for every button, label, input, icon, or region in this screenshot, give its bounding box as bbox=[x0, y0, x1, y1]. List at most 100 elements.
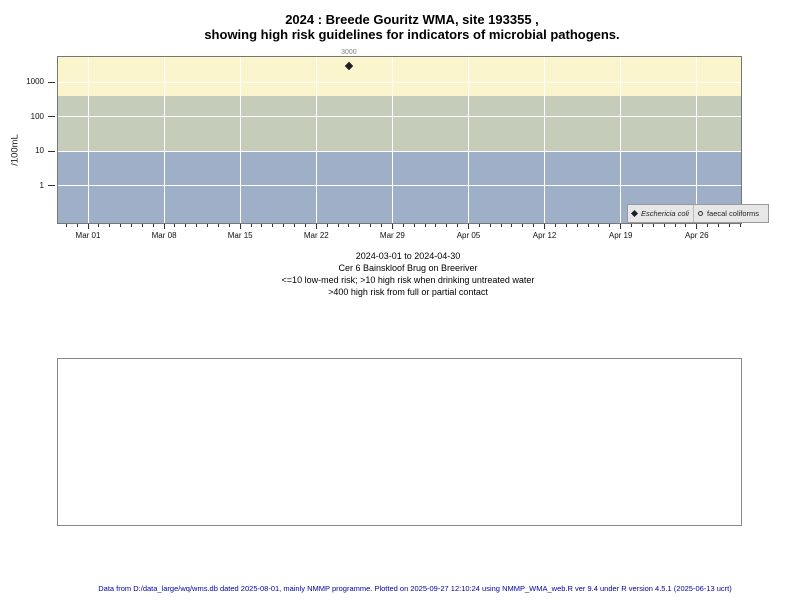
x-minor-tick bbox=[261, 224, 263, 227]
x-minor-tick bbox=[576, 224, 578, 227]
x-major-tick bbox=[544, 224, 546, 229]
chart-captions: 2024-03-01 to 2024-04-30 Cer 6 Bainskloo… bbox=[8, 250, 800, 298]
legend-item-faecal-coliforms: faecal coliforms bbox=[692, 205, 763, 222]
x-minor-tick bbox=[228, 224, 230, 227]
x-minor-tick bbox=[174, 224, 176, 227]
x-minor-tick bbox=[478, 224, 480, 227]
x-minor-tick bbox=[631, 224, 633, 227]
y-tick-label: 1 bbox=[39, 180, 44, 190]
plot-page: 2024 : Breede Gouritz WMA, site 193355 ,… bbox=[0, 0, 800, 600]
y-tick bbox=[48, 150, 55, 152]
chart-title-line2: showing high risk guidelines for indicat… bbox=[204, 27, 620, 42]
x-minor-tick bbox=[522, 224, 524, 227]
x-minor-tick bbox=[413, 224, 415, 227]
open-circle-icon bbox=[697, 211, 703, 216]
x-gridline bbox=[467, 57, 469, 223]
x-gridline bbox=[391, 57, 393, 223]
y-tick bbox=[48, 116, 55, 118]
x-tick-label: Apr 19 bbox=[608, 231, 633, 240]
y-tick bbox=[48, 185, 55, 186]
x-minor-tick bbox=[641, 224, 643, 227]
legend-label-faecal-coliforms: faecal coliforms bbox=[706, 209, 760, 218]
x-tick-label: Mar 08 bbox=[151, 231, 177, 240]
caption-site-name: Cer 6 Bainskloof Brug on Breeriver bbox=[338, 263, 478, 273]
legend-item-ecoli: Eschericia coli bbox=[628, 205, 693, 222]
x-minor-tick bbox=[130, 224, 132, 227]
x-major-tick bbox=[467, 224, 469, 229]
x-minor-tick bbox=[402, 224, 404, 227]
x-minor-tick bbox=[326, 224, 328, 227]
x-minor-tick bbox=[707, 224, 709, 227]
x-minor-tick bbox=[196, 224, 198, 227]
empty-panel bbox=[57, 358, 742, 526]
x-minor-tick bbox=[304, 224, 306, 227]
y-tick-label: 10 bbox=[35, 146, 44, 156]
x-tick-label: Apr 12 bbox=[532, 231, 557, 240]
x-minor-tick bbox=[663, 224, 665, 227]
x-minor-tick bbox=[152, 224, 154, 227]
chart-title: 2024 : Breede Gouritz WMA, site 193355 ,… bbox=[12, 12, 800, 42]
y-gridline bbox=[58, 116, 741, 118]
x-minor-tick bbox=[609, 224, 611, 227]
x-gridline bbox=[696, 57, 698, 223]
x-minor-tick bbox=[500, 224, 502, 227]
band-high-risk-drinking bbox=[58, 95, 741, 152]
x-gridline bbox=[163, 57, 165, 223]
x-minor-tick bbox=[457, 224, 459, 227]
y-tick bbox=[48, 81, 55, 83]
x-minor-tick bbox=[348, 224, 350, 227]
x-minor-tick bbox=[598, 224, 600, 227]
x-minor-tick bbox=[283, 224, 285, 227]
x-minor-tick bbox=[109, 224, 111, 227]
x-minor-tick bbox=[76, 224, 78, 227]
x-minor-tick bbox=[381, 224, 383, 227]
x-minor-tick bbox=[294, 224, 296, 227]
x-minor-tick bbox=[565, 224, 567, 227]
x-minor-tick bbox=[185, 224, 187, 227]
filled-diamond-icon bbox=[630, 209, 639, 218]
x-minor-tick bbox=[554, 224, 556, 227]
x-major-tick bbox=[163, 224, 165, 229]
x-gridline bbox=[620, 57, 622, 223]
plot-panel: Eschericia coli faecal coliforms Mar 01 M… bbox=[26, 49, 769, 240]
plot-legend: Eschericia coli faecal coliforms bbox=[627, 204, 769, 223]
x-tick-label: Mar 01 bbox=[75, 231, 101, 240]
x-minor-tick bbox=[533, 224, 535, 227]
x-major-tick bbox=[696, 224, 698, 229]
x-major-tick bbox=[239, 224, 241, 229]
x-gridline bbox=[315, 57, 317, 223]
x-tick-label: Mar 29 bbox=[379, 231, 405, 240]
x-minor-tick bbox=[359, 224, 361, 227]
point-value-label: 3000 bbox=[341, 49, 357, 56]
caption-date-range: 2024-03-01 to 2024-04-30 bbox=[355, 251, 461, 261]
x-minor-tick bbox=[207, 224, 209, 227]
x-minor-tick bbox=[272, 224, 274, 227]
x-minor-tick bbox=[685, 224, 687, 227]
x-minor-tick bbox=[652, 224, 654, 227]
x-minor-tick bbox=[250, 224, 252, 227]
x-minor-tick bbox=[587, 224, 589, 227]
y-gridline bbox=[58, 81, 741, 83]
x-minor-tick bbox=[728, 224, 730, 227]
footer-provenance: Data from D:/data_large/wq/wms.db dated … bbox=[98, 584, 732, 593]
y-gridline bbox=[58, 185, 741, 186]
caption-risk-contact: >400 high risk from full or partial cont… bbox=[328, 287, 488, 297]
x-minor-tick bbox=[489, 224, 491, 227]
x-major-tick bbox=[87, 224, 89, 229]
x-tick-label: Apr 05 bbox=[456, 231, 481, 240]
x-minor-tick bbox=[65, 224, 67, 227]
x-minor-tick bbox=[424, 224, 426, 227]
legend-label-ecoli: Eschericia coli bbox=[641, 209, 689, 218]
x-minor-tick bbox=[674, 224, 676, 227]
x-minor-tick bbox=[511, 224, 513, 227]
x-minor-tick bbox=[217, 224, 219, 227]
x-minor-tick bbox=[370, 224, 372, 227]
x-minor-tick bbox=[120, 224, 122, 227]
x-gridline bbox=[544, 57, 546, 223]
x-major-tick bbox=[315, 224, 317, 229]
chart-title-line1: 2024 : Breede Gouritz WMA, site 193355 , bbox=[285, 12, 539, 27]
x-gridline bbox=[87, 57, 89, 223]
x-major-tick bbox=[620, 224, 622, 229]
x-tick-label: Apr 26 bbox=[684, 231, 709, 240]
x-minor-tick bbox=[446, 224, 448, 227]
